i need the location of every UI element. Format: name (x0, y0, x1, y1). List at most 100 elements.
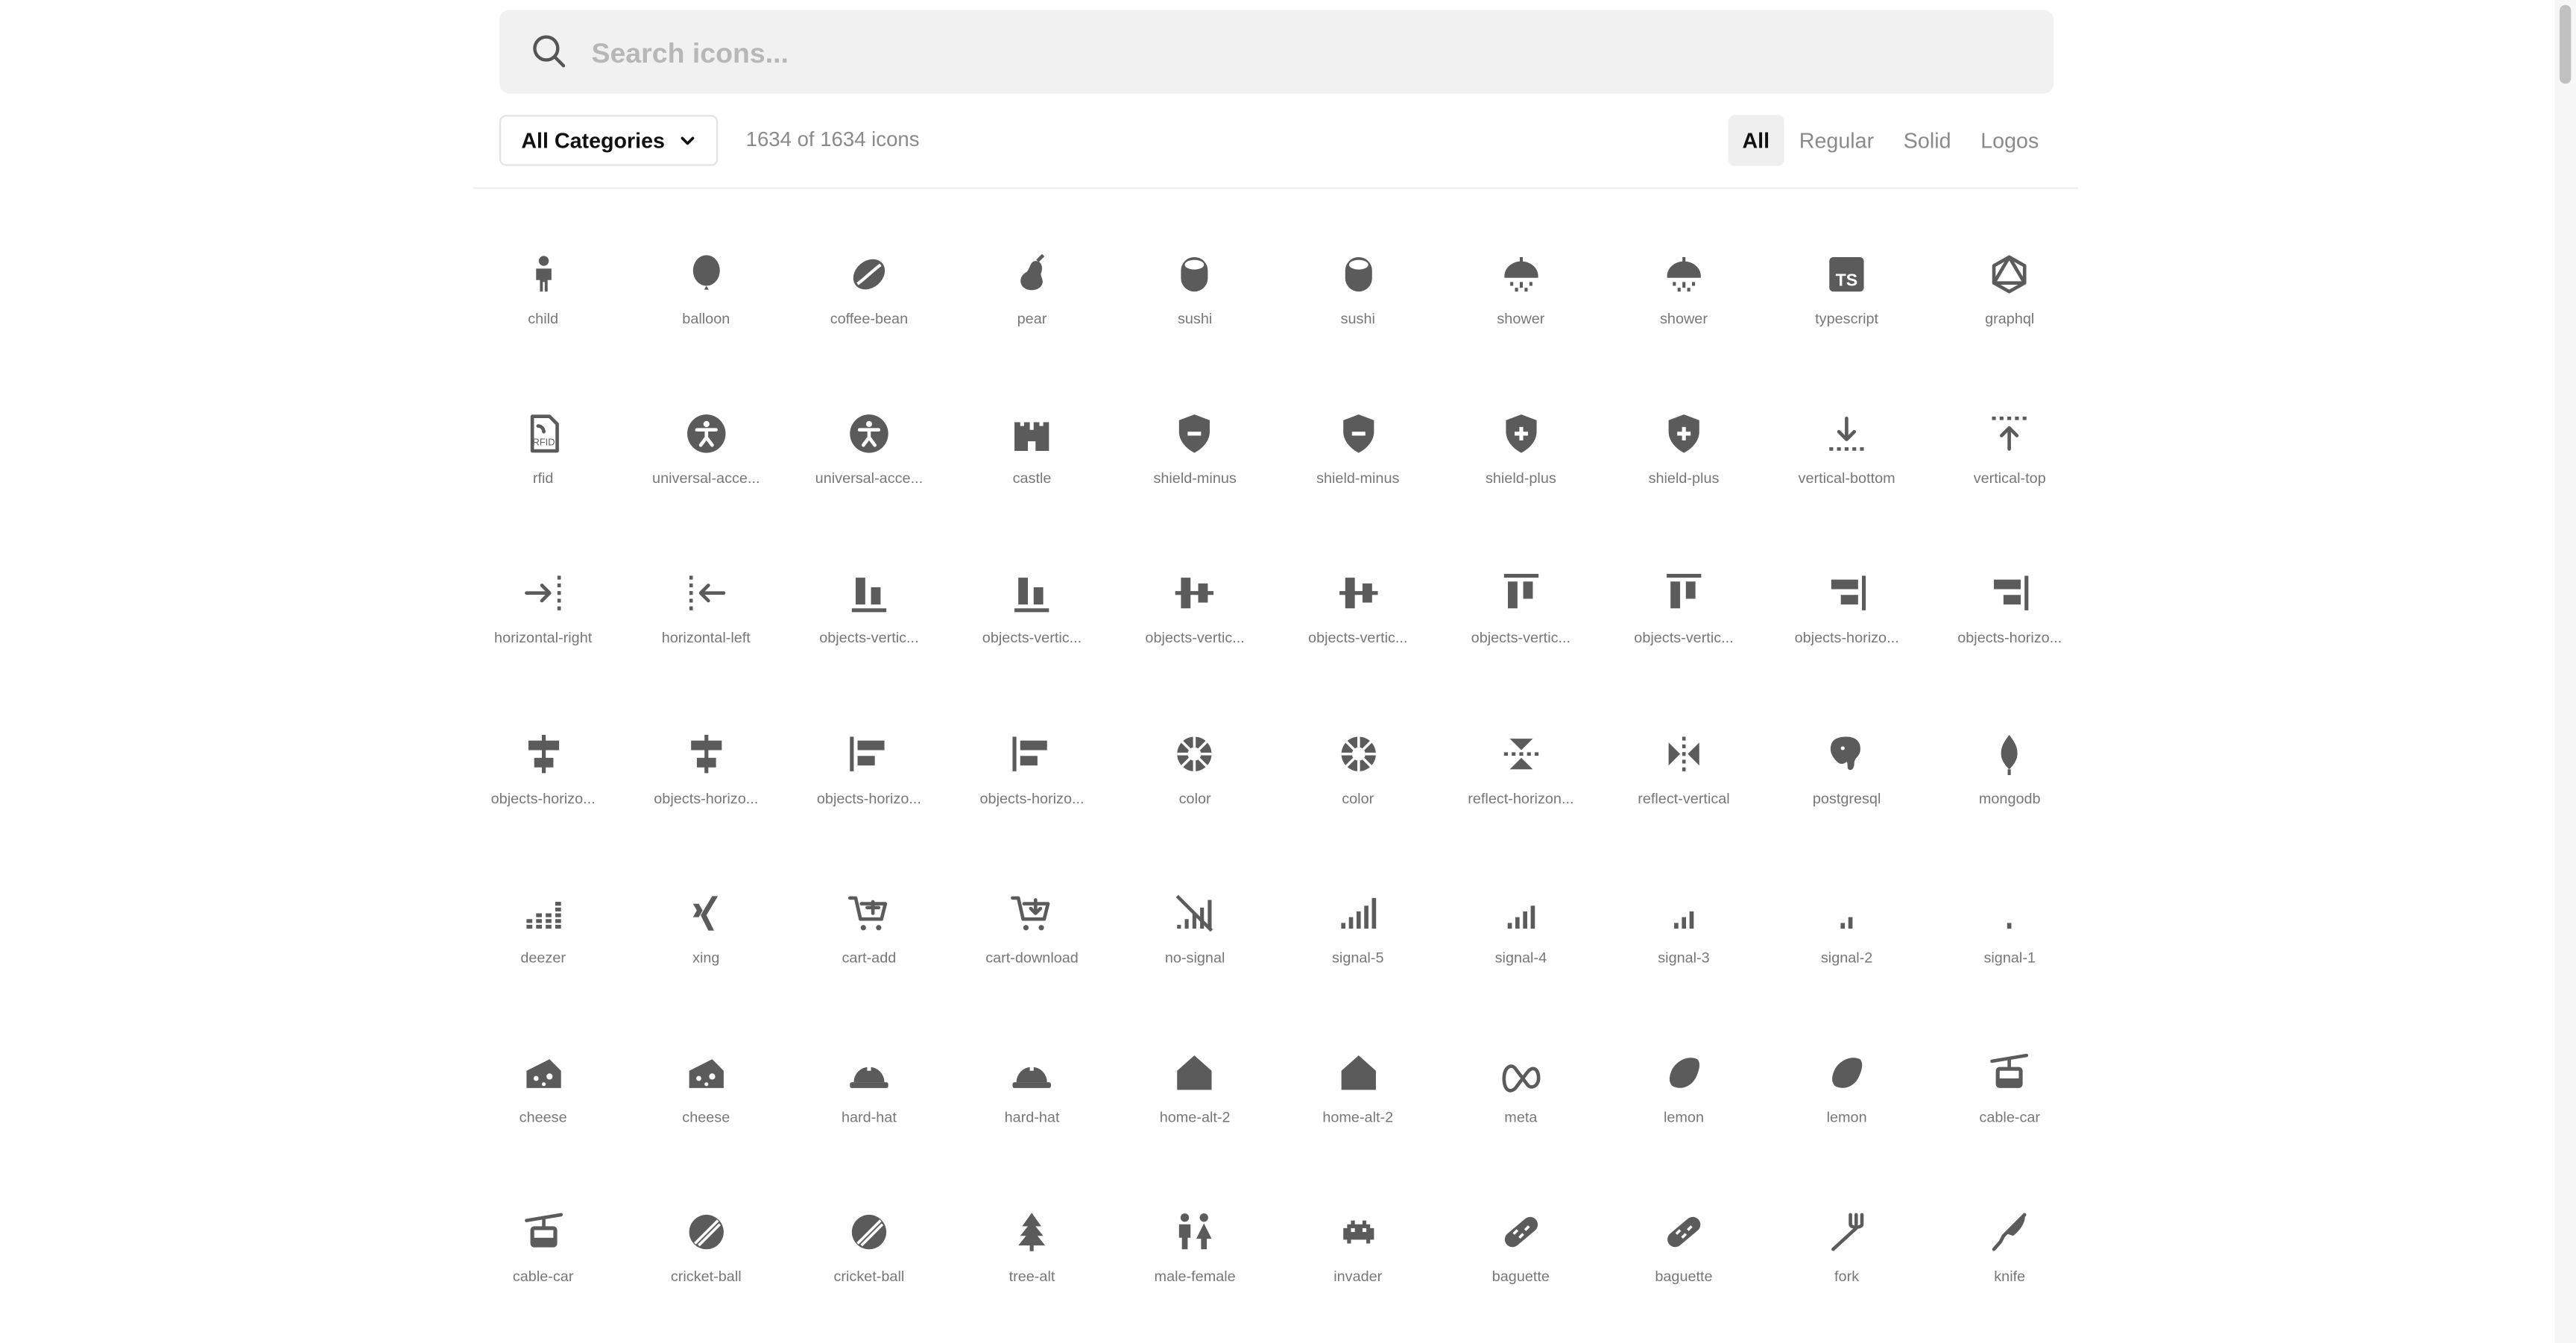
postgresql-icon (1831, 736, 1861, 770)
icon-tile-label: typescript (1815, 310, 1879, 327)
icon-tile[interactable]: home-alt-2 (1276, 1012, 1439, 1172)
icon-tile[interactable]: objects-horizo... (625, 692, 788, 852)
icon-tile[interactable]: objects-vertic... (1276, 533, 1439, 692)
icon-tile[interactable]: cricket-ball (788, 1172, 951, 1331)
icon-tile[interactable]: hard-hat (950, 1012, 1114, 1172)
filter-logos[interactable]: Logos (1966, 115, 2053, 165)
scrollbar-thumb[interactable] (2559, 4, 2572, 84)
category-dropdown[interactable]: All Categories (499, 115, 719, 166)
filter-solid[interactable]: Solid (1889, 115, 1966, 165)
icon-tile[interactable]: objects-horizo... (950, 692, 1114, 852)
icon-tile[interactable]: no-signal (1114, 852, 1277, 1011)
icon-tile[interactable]: shield-plus (1439, 373, 1603, 533)
icon-tile[interactable]: castle (950, 373, 1114, 533)
icon-tile-label: hard-hat (841, 1108, 897, 1125)
icon-tile[interactable]: home-alt-2 (1114, 1012, 1277, 1172)
icon-tile-label: baguette (1491, 1268, 1550, 1285)
icon-tile[interactable]: shield-minus (1276, 373, 1439, 533)
icon-tile[interactable]: baguette (1439, 1172, 1603, 1331)
icon-tile[interactable]: tree-alt (950, 1172, 1114, 1331)
icon-tile[interactable]: TS typescript (1765, 214, 1928, 373)
icon-tile-label: deezer (520, 949, 566, 966)
icon-tile-label: balloon (682, 310, 730, 327)
icon-tile[interactable]: cheese (461, 1012, 625, 1172)
page-scrollbar[interactable] (2554, 0, 2576, 1343)
filter-regular[interactable]: Regular (1784, 115, 1889, 165)
icon-tile[interactable]: sushi (1276, 214, 1439, 373)
icon-grid: child balloon coffee-bean pear sushi sushi sho… (461, 214, 2091, 1331)
icon-tile[interactable]: sushi (1114, 214, 1277, 373)
objects-vertical-top-icon (1666, 574, 1702, 610)
icon-tile[interactable]: lemon (1603, 1012, 1766, 1172)
icon-tile-label: male-female (1154, 1268, 1236, 1285)
icon-tile[interactable]: vertical-top (1928, 373, 2092, 533)
icon-tile[interactable]: objects-vertic... (1603, 533, 1766, 692)
icon-tile[interactable]: shower (1603, 214, 1766, 373)
icon-tile[interactable]: coffee-bean (788, 214, 951, 373)
filter-all[interactable]: All (1727, 115, 1784, 166)
icon-tile[interactable]: color (1276, 692, 1439, 852)
icon-tile[interactable]: universal-acce... (625, 373, 788, 533)
icon-tile[interactable]: objects-vertic... (788, 533, 951, 692)
icon-tile[interactable]: xing (625, 852, 788, 1011)
objects-horizontal-center-icon (690, 734, 722, 773)
icon-tile[interactable]: reflect-vertical (1603, 692, 1766, 852)
icon-tile[interactable]: color (1114, 692, 1277, 852)
icon-tile[interactable]: objects-horizo... (1928, 533, 2092, 692)
icon-tile[interactable]: mongodb (1928, 692, 2092, 852)
icon-tile[interactable]: objects-horizo... (788, 692, 951, 852)
icon-tile[interactable]: cable-car (461, 1172, 625, 1331)
icon-tile[interactable]: child (461, 214, 625, 373)
icon-tile[interactable]: horizontal-right (461, 533, 625, 692)
lemon-icon (1832, 1058, 1863, 1088)
icon-tile[interactable]: signal-5 (1276, 852, 1439, 1011)
signal-5-icon (1340, 897, 1376, 929)
icon-tile[interactable]: horizontal-left (625, 533, 788, 692)
child-icon (535, 256, 551, 292)
icon-tile[interactable]: universal-acce... (788, 373, 951, 533)
icon-tile[interactable]: cheese (625, 1012, 788, 1172)
icon-tile[interactable]: signal-3 (1603, 852, 1766, 1011)
icon-tile-label: home-alt-2 (1322, 1108, 1394, 1125)
icon-tile-label: shower (1497, 310, 1545, 327)
icon-tile[interactable]: objects-vertic... (950, 533, 1114, 692)
cricket-ball-icon (689, 1215, 724, 1250)
search-input[interactable] (588, 10, 2008, 98)
chevron-down-icon (680, 136, 694, 145)
icon-tile[interactable]: hard-hat (788, 1012, 951, 1172)
icon-tile[interactable]: objects-vertic... (1439, 533, 1603, 692)
icon-tile[interactable]: cart-add (788, 852, 951, 1011)
icon-tile[interactable]: invader (1276, 1172, 1439, 1331)
icon-tile[interactable]: vertical-bottom (1765, 373, 1928, 533)
horizontal-left-icon (689, 576, 725, 611)
icon-tile-label: signal-5 (1332, 949, 1384, 966)
icon-tile[interactable]: objects-horizo... (461, 692, 625, 852)
icon-tile[interactable]: cart-download (950, 852, 1114, 1011)
icon-tile[interactable]: knife (1928, 1172, 2092, 1331)
icon-tile[interactable]: graphql (1928, 214, 2092, 373)
icon-tile[interactable]: cable-car (1928, 1012, 2092, 1172)
icon-tile[interactable]: shield-minus (1114, 373, 1277, 533)
icon-tile[interactable]: balloon (625, 214, 788, 373)
cable-car-icon (1990, 1053, 2029, 1088)
icon-tile[interactable]: postgresql (1765, 692, 1928, 852)
icon-tile[interactable]: lemon (1765, 1012, 1928, 1172)
icon-tile[interactable]: meta (1439, 1012, 1603, 1172)
icon-tile[interactable]: objects-vertic... (1114, 533, 1277, 692)
icon-tile-label: shield-plus (1485, 470, 1556, 487)
icon-tile[interactable]: male-female (1114, 1172, 1277, 1331)
icon-tile[interactable]: objects-horizo... (1765, 533, 1928, 692)
icon-tile[interactable]: baguette (1603, 1172, 1766, 1331)
icon-tile[interactable]: shower (1439, 214, 1603, 373)
icon-tile[interactable]: pear (950, 214, 1114, 373)
icon-tile[interactable]: fork (1765, 1172, 1928, 1331)
icon-tile[interactable]: signal-4 (1439, 852, 1603, 1011)
icon-tile[interactable]: RFID rfid (461, 373, 625, 533)
icon-tile[interactable]: signal-1 (1928, 852, 2092, 1011)
icon-tile[interactable]: deezer (461, 852, 625, 1011)
icon-tile[interactable]: shield-plus (1603, 373, 1766, 533)
icon-tile[interactable]: signal-2 (1765, 852, 1928, 1011)
search-bar[interactable] (499, 10, 2054, 98)
icon-tile[interactable]: reflect-horizon... (1439, 692, 1603, 852)
icon-tile[interactable]: cricket-ball (625, 1172, 788, 1331)
